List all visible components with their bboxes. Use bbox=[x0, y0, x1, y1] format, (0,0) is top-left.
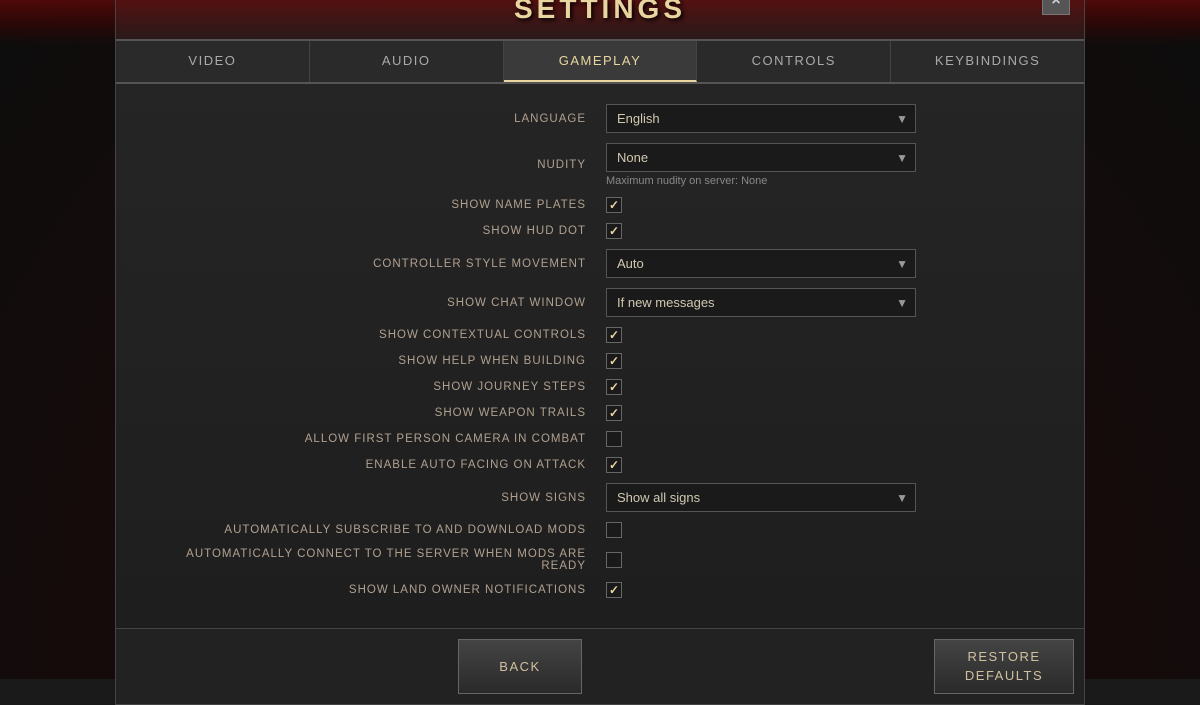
tab-video[interactable]: VIDEO bbox=[116, 41, 310, 82]
show-name-plates-row: SHOW NAME PLATES bbox=[146, 197, 1054, 213]
first-person-camera-control bbox=[606, 431, 1054, 447]
nudity-label: NUDITY bbox=[146, 159, 606, 171]
nudity-select[interactable]: None Partial Full bbox=[606, 143, 916, 172]
contextual-controls-control bbox=[606, 327, 1054, 343]
modal-footer: BACK RESTOREDEFAULTS bbox=[116, 628, 1084, 703]
first-person-camera-label: ALLOW FIRST PERSON CAMERA IN COMBAT bbox=[146, 433, 606, 445]
show-chat-row: SHOW CHAT WINDOW If new messages Always … bbox=[146, 288, 1054, 317]
tab-controls[interactable]: CONTROLS bbox=[697, 41, 891, 82]
show-signs-select[interactable]: Show all signs Show nearby signs Hide si… bbox=[606, 483, 916, 512]
show-hud-dot-control bbox=[606, 223, 1054, 239]
show-name-plates-checkbox[interactable] bbox=[606, 197, 622, 213]
language-select[interactable]: English French German Spanish bbox=[606, 104, 916, 133]
language-label: LANGUAGE bbox=[146, 113, 606, 125]
auto-facing-label: ENABLE AUTO FACING ON ATTACK bbox=[146, 459, 606, 471]
show-signs-control: Show all signs Show nearby signs Hide si… bbox=[606, 483, 1054, 512]
show-weapon-trails-label: SHOW WEAPON TRAILS bbox=[146, 407, 606, 419]
show-name-plates-label: SHOW NAME PLATES bbox=[146, 199, 606, 211]
controller-movement-control: Auto Classic Modern ▼ bbox=[606, 249, 1054, 278]
tab-audio[interactable]: AUDIO bbox=[310, 41, 504, 82]
show-help-building-control bbox=[606, 353, 1054, 369]
show-hud-dot-label: SHOW HUD DOT bbox=[146, 225, 606, 237]
back-button[interactable]: BACK bbox=[458, 639, 581, 693]
show-chat-dropdown-wrap: If new messages Always Never ▼ bbox=[606, 288, 916, 317]
show-signs-label: SHOW SIGNS bbox=[146, 492, 606, 504]
show-journey-steps-control bbox=[606, 379, 1054, 395]
show-help-building-row: SHOW HELP WHEN BUILDING bbox=[146, 353, 1054, 369]
show-help-building-label: SHOW HELP WHEN BUILDING bbox=[146, 355, 606, 367]
land-owner-row: SHOW LAND OWNER NOTIFICATIONS bbox=[146, 582, 1054, 598]
auto-facing-control bbox=[606, 457, 1054, 473]
show-weapon-trails-checkbox[interactable] bbox=[606, 405, 622, 421]
restore-defaults-button[interactable]: RESTOREDEFAULTS bbox=[934, 639, 1074, 693]
controller-movement-row: CONTROLLER STYLE MOVEMENT Auto Classic M… bbox=[146, 249, 1054, 278]
show-weapon-trails-control bbox=[606, 405, 1054, 421]
show-hud-dot-checkbox[interactable] bbox=[606, 223, 622, 239]
modal-overlay: SETTINGS × VIDEO AUDIO GAMEPLAY CONTROLS… bbox=[0, 0, 1200, 679]
show-help-building-checkbox[interactable] bbox=[606, 353, 622, 369]
show-name-plates-control bbox=[606, 197, 1054, 213]
contextual-controls-checkbox[interactable] bbox=[606, 327, 622, 343]
language-dropdown-wrap: English French German Spanish ▼ bbox=[606, 104, 916, 133]
show-hud-dot-row: SHOW HUD DOT bbox=[146, 223, 1054, 239]
auto-facing-checkbox[interactable] bbox=[606, 457, 622, 473]
land-owner-control bbox=[606, 582, 1054, 598]
auto-facing-row: ENABLE AUTO FACING ON ATTACK bbox=[146, 457, 1054, 473]
land-owner-checkbox[interactable] bbox=[606, 582, 622, 598]
contextual-controls-label: SHOW CONTEXTUAL CONTROLS bbox=[146, 329, 606, 341]
nudity-dropdown-wrap: None Partial Full ▼ bbox=[606, 143, 916, 172]
nudity-note: Maximum nudity on server: None bbox=[606, 175, 1054, 187]
tab-keybindings[interactable]: KEYBINDINGS bbox=[891, 41, 1084, 82]
land-owner-label: SHOW LAND OWNER NOTIFICATIONS bbox=[146, 584, 606, 596]
show-journey-steps-checkbox[interactable] bbox=[606, 379, 622, 395]
controller-movement-label: CONTROLLER STYLE MOVEMENT bbox=[146, 258, 606, 270]
close-button[interactable]: × bbox=[1042, 0, 1070, 15]
nudity-control: None Partial Full ▼ Maximum nudity on se… bbox=[606, 143, 1054, 187]
auto-connect-mods-control bbox=[606, 552, 1054, 568]
contextual-controls-row: SHOW CONTEXTUAL CONTROLS bbox=[146, 327, 1054, 343]
tab-gameplay[interactable]: GAMEPLAY bbox=[504, 41, 698, 82]
show-journey-steps-label: SHOW JOURNEY STEPS bbox=[146, 381, 606, 393]
show-journey-steps-row: SHOW JOURNEY STEPS bbox=[146, 379, 1054, 395]
auto-subscribe-mods-row: AUTOMATICALLY SUBSCRIBE TO AND DOWNLOAD … bbox=[146, 522, 1054, 538]
auto-connect-mods-checkbox[interactable] bbox=[606, 552, 622, 568]
modal-title: SETTINGS bbox=[116, 0, 1084, 25]
modal-header: SETTINGS × bbox=[116, 0, 1084, 41]
show-chat-control: If new messages Always Never ▼ bbox=[606, 288, 1054, 317]
settings-content: LANGUAGE English French German Spanish ▼ bbox=[116, 84, 1084, 628]
first-person-camera-checkbox[interactable] bbox=[606, 431, 622, 447]
language-row: LANGUAGE English French German Spanish ▼ bbox=[146, 104, 1054, 133]
show-chat-select[interactable]: If new messages Always Never bbox=[606, 288, 916, 317]
show-signs-row: SHOW SIGNS Show all signs Show nearby si… bbox=[146, 483, 1054, 512]
show-chat-label: SHOW CHAT WINDOW bbox=[146, 297, 606, 309]
settings-modal: SETTINGS × VIDEO AUDIO GAMEPLAY CONTROLS… bbox=[115, 0, 1085, 705]
controller-movement-dropdown-wrap: Auto Classic Modern ▼ bbox=[606, 249, 916, 278]
auto-subscribe-mods-control bbox=[606, 522, 1054, 538]
footer-left: BACK bbox=[116, 629, 924, 703]
auto-subscribe-mods-checkbox[interactable] bbox=[606, 522, 622, 538]
show-weapon-trails-row: SHOW WEAPON TRAILS bbox=[146, 405, 1054, 421]
nudity-row: NUDITY None Partial Full ▼ Maximum nudit… bbox=[146, 143, 1054, 187]
auto-subscribe-mods-label: AUTOMATICALLY SUBSCRIBE TO AND DOWNLOAD … bbox=[146, 524, 606, 536]
footer-right: RESTOREDEFAULTS bbox=[924, 629, 1084, 703]
auto-connect-mods-row: AUTOMATICALLY CONNECT TO THE SERVER WHEN… bbox=[146, 548, 1054, 572]
auto-connect-mods-label: AUTOMATICALLY CONNECT TO THE SERVER WHEN… bbox=[146, 548, 606, 572]
controller-movement-select[interactable]: Auto Classic Modern bbox=[606, 249, 916, 278]
first-person-camera-row: ALLOW FIRST PERSON CAMERA IN COMBAT bbox=[146, 431, 1054, 447]
show-signs-dropdown-wrap: Show all signs Show nearby signs Hide si… bbox=[606, 483, 916, 512]
language-control: English French German Spanish ▼ bbox=[606, 104, 1054, 133]
tab-bar: VIDEO AUDIO GAMEPLAY CONTROLS KEYBINDING… bbox=[116, 41, 1084, 84]
